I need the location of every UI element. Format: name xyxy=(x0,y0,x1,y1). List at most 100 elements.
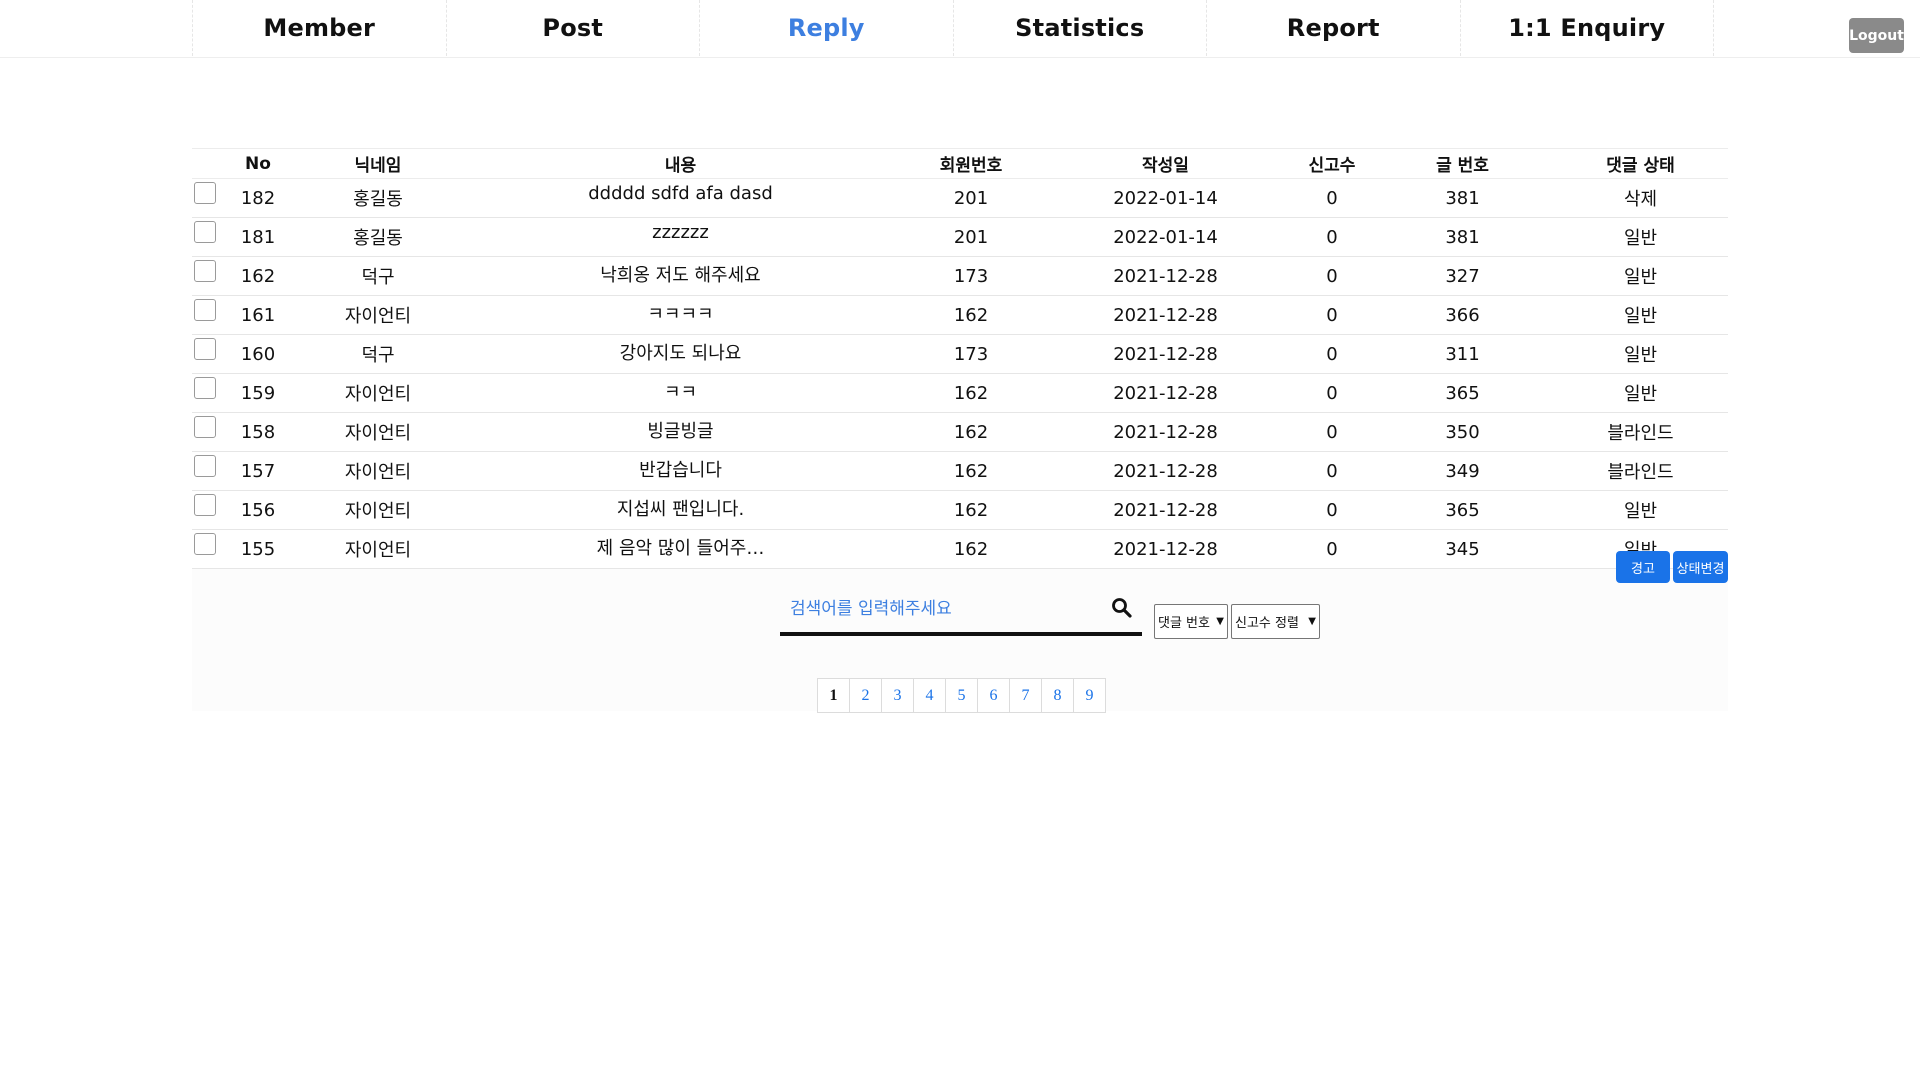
sort-select[interactable]: 신고수 정렬 ▼ xyxy=(1231,604,1320,639)
cell-status: 일반 xyxy=(1553,334,1728,374)
chevron-down-icon: ▼ xyxy=(1216,616,1224,627)
cell-post-no: 365 xyxy=(1372,490,1553,530)
header-member-no: 회원번호 xyxy=(903,148,1039,179)
header-no: No xyxy=(218,148,298,179)
nav-tab-enquiry[interactable]: 1:1 Enquiry xyxy=(1459,0,1714,56)
table-row: 182 홍길동 ddddd sdfd afa dasd 201 2022-01-… xyxy=(192,178,1728,218)
cell-content[interactable]: 낙희옹 저도 해주세요 xyxy=(458,256,903,296)
cell-no: 155 xyxy=(218,529,298,569)
header-nickname: 닉네임 xyxy=(298,148,458,179)
cell-content[interactable]: 반갑습니다 xyxy=(458,451,903,491)
cell-status: 일반 xyxy=(1553,373,1728,413)
cell-reports: 0 xyxy=(1292,217,1372,257)
row-checkbox[interactable] xyxy=(194,260,216,282)
cell-content[interactable]: 빙글빙글 xyxy=(458,412,903,452)
cell-content[interactable]: 제 음악 많이 들어주… xyxy=(458,529,903,569)
search-filter-select[interactable]: 댓글 번호 ▼ xyxy=(1154,604,1228,639)
cell-reports: 0 xyxy=(1292,451,1372,491)
page-link[interactable]: 5 xyxy=(945,678,978,713)
cell-reports: 0 xyxy=(1292,529,1372,569)
reply-management-panel: No 닉네임 내용 회원번호 작성일 신고수 글 번호 댓글 상태 182 홍길… xyxy=(192,148,1728,713)
page-link-current[interactable]: 1 xyxy=(817,678,850,713)
cell-member-no: 162 xyxy=(903,295,1039,335)
cell-post-no: 366 xyxy=(1372,295,1553,335)
row-checkbox[interactable] xyxy=(194,338,216,360)
cell-date: 2021-12-28 xyxy=(1039,295,1292,335)
cell-date: 2021-12-28 xyxy=(1039,490,1292,530)
cell-post-no: 311 xyxy=(1372,334,1553,374)
cell-nickname: 홍길동 xyxy=(298,217,458,257)
header-reports: 신고수 xyxy=(1292,148,1372,179)
page-link[interactable]: 3 xyxy=(881,678,914,713)
cell-date: 2021-12-28 xyxy=(1039,529,1292,569)
cell-nickname: 자이언티 xyxy=(298,295,458,335)
header-checkbox-column xyxy=(192,148,218,179)
sort-selected: 신고수 정렬 xyxy=(1235,616,1299,631)
page-link[interactable]: 2 xyxy=(849,678,882,713)
cell-reports: 0 xyxy=(1292,490,1372,530)
cell-reports: 0 xyxy=(1292,256,1372,296)
nav-tab-report[interactable]: Report xyxy=(1206,0,1460,56)
warn-button[interactable]: 경고 xyxy=(1616,551,1670,583)
nav-tab-reply[interactable]: Reply xyxy=(699,0,953,56)
search-bar xyxy=(780,586,1142,636)
page-link[interactable]: 7 xyxy=(1009,678,1042,713)
search-input[interactable] xyxy=(780,586,1112,632)
header-content: 내용 xyxy=(458,148,903,179)
cell-content[interactable]: 지섭씨 팬입니다. xyxy=(458,490,903,530)
row-checkbox[interactable] xyxy=(194,455,216,477)
cell-nickname: 덕구 xyxy=(298,334,458,374)
header-status: 댓글 상태 xyxy=(1553,148,1728,179)
cell-reports: 0 xyxy=(1292,412,1372,452)
row-checkbox[interactable] xyxy=(194,221,216,243)
cell-member-no: 162 xyxy=(903,373,1039,413)
cell-status: 일반 xyxy=(1553,490,1728,530)
main-nav: Member Post Reply Statistics Report 1:1 … xyxy=(192,0,1714,56)
row-checkbox[interactable] xyxy=(194,377,216,399)
cell-member-no: 201 xyxy=(903,217,1039,257)
cell-nickname: 자이언티 xyxy=(298,529,458,569)
pagination: 1 2 3 4 5 6 7 8 9 xyxy=(817,678,1106,713)
row-checkbox[interactable] xyxy=(194,299,216,321)
cell-post-no: 365 xyxy=(1372,373,1553,413)
table-row: 159 자이언티 ㅋㅋ 162 2021-12-28 0 365 일반 xyxy=(192,373,1728,413)
row-checkbox[interactable] xyxy=(194,182,216,204)
cell-date: 2022-01-14 xyxy=(1039,178,1292,218)
cell-reports: 0 xyxy=(1292,178,1372,218)
nav-tab-statistics[interactable]: Statistics xyxy=(952,0,1207,56)
cell-member-no: 162 xyxy=(903,451,1039,491)
cell-post-no: 349 xyxy=(1372,451,1553,491)
cell-content[interactable]: ㅋㅋㅋㅋ xyxy=(458,295,903,335)
cell-no: 181 xyxy=(218,217,298,257)
page-link[interactable]: 4 xyxy=(913,678,946,713)
row-checkbox[interactable] xyxy=(194,533,216,555)
row-checkbox[interactable] xyxy=(194,494,216,516)
page-link[interactable]: 8 xyxy=(1041,678,1074,713)
search-filter-selected: 댓글 번호 xyxy=(1158,616,1210,631)
cell-status: 블라인드 xyxy=(1553,451,1728,491)
page-link[interactable]: 9 xyxy=(1073,678,1106,713)
change-state-button[interactable]: 상태변경 xyxy=(1673,551,1728,583)
header-post-no: 글 번호 xyxy=(1372,148,1553,179)
cell-no: 161 xyxy=(218,295,298,335)
cell-content[interactable]: zzzzzz xyxy=(458,217,903,257)
header-date: 작성일 xyxy=(1039,148,1292,179)
chevron-down-icon: ▼ xyxy=(1308,616,1316,627)
logout-button[interactable]: Logout xyxy=(1849,18,1904,53)
cell-date: 2021-12-28 xyxy=(1039,334,1292,374)
nav-tab-post[interactable]: Post xyxy=(445,0,700,56)
cell-content[interactable]: 강아지도 되나요 xyxy=(458,334,903,374)
cell-member-no: 162 xyxy=(903,412,1039,452)
cell-content[interactable]: ㅋㅋ xyxy=(458,373,903,413)
table-row: 155 자이언티 제 음악 많이 들어주… 162 2021-12-28 0 3… xyxy=(192,529,1728,569)
table-body: 182 홍길동 ddddd sdfd afa dasd 201 2022-01-… xyxy=(192,178,1728,569)
cell-member-no: 162 xyxy=(903,529,1039,569)
cell-content[interactable]: ddddd sdfd afa dasd xyxy=(458,178,903,218)
cell-date: 2021-12-28 xyxy=(1039,256,1292,296)
row-checkbox[interactable] xyxy=(194,416,216,438)
table-row: 158 자이언티 빙글빙글 162 2021-12-28 0 350 블라인드 xyxy=(192,412,1728,452)
page-link[interactable]: 6 xyxy=(977,678,1010,713)
cell-date: 2022-01-14 xyxy=(1039,217,1292,257)
nav-tab-member[interactable]: Member xyxy=(192,0,446,56)
search-icon[interactable] xyxy=(1110,596,1134,620)
